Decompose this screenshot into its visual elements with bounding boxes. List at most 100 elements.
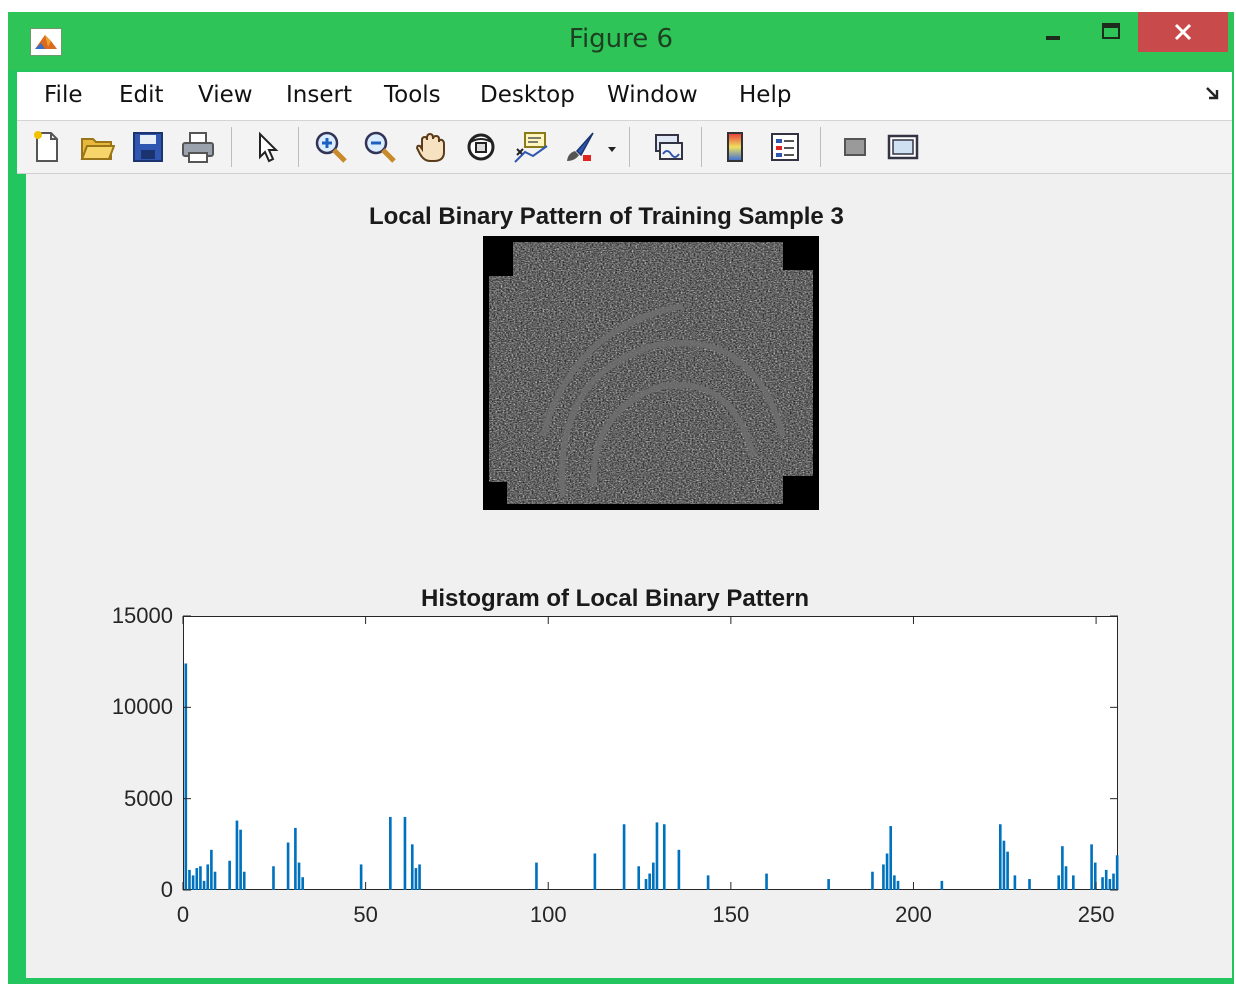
histogram-bar [706, 875, 710, 890]
pan-hand-icon[interactable] [413, 129, 449, 165]
histogram-bar [765, 873, 768, 890]
histogram-bar [184, 663, 188, 890]
histogram-bar [637, 866, 641, 890]
histogram-bar [1115, 855, 1119, 890]
zoom-in-icon[interactable] [313, 129, 349, 165]
histogram-bar [1108, 879, 1112, 890]
show-plot-tools-icon[interactable] [885, 129, 921, 165]
histogram-bar [359, 864, 363, 890]
toolbar-separator [298, 127, 299, 167]
histogram-bar [301, 877, 305, 890]
toolbar-separator [820, 127, 821, 167]
histogram-bar [677, 849, 681, 890]
histogram-title: Histogram of Local Binary Pattern [421, 585, 810, 612]
histogram-bar [885, 853, 889, 890]
menu-tools[interactable]: Tools [384, 82, 441, 108]
menu-window[interactable]: Window [607, 82, 698, 108]
histogram-bar [662, 824, 666, 890]
y-tick-label: 5000 [124, 785, 173, 811]
histogram-bar [239, 829, 242, 890]
histogram-bar [1006, 851, 1009, 890]
histogram-bar [896, 880, 900, 890]
image-title: Local Binary Pattern of Training Sample … [369, 203, 844, 230]
maximize-button[interactable] [1082, 12, 1140, 52]
x-tick-label: 250 [1077, 902, 1115, 927]
menu-edit[interactable]: Edit [119, 82, 164, 108]
menu-desktop[interactable]: Desktop [480, 82, 575, 108]
histogram-bar [202, 880, 206, 890]
histogram-bar [389, 816, 392, 890]
y-tick-label: 15000 [111, 603, 173, 628]
histogram-bar [195, 868, 199, 890]
zoom-out-icon[interactable] [362, 129, 398, 165]
menu-file[interactable]: File [44, 82, 83, 108]
histogram-bar [893, 875, 896, 890]
insert-colorbar-icon[interactable] [717, 129, 753, 165]
histogram-bar [648, 873, 651, 890]
x-tick-label: 150 [712, 902, 750, 927]
x-tick-label: 200 [895, 902, 932, 927]
y-tick-label: 0 [160, 877, 173, 902]
close-button[interactable] [1138, 12, 1228, 52]
toolbar-separator [701, 127, 702, 167]
histogram-bar [882, 864, 885, 890]
brush-dropdown-icon[interactable] [605, 129, 619, 165]
lbp-image [483, 236, 819, 510]
toolbar-separator [231, 127, 232, 167]
histogram-bar [191, 875, 195, 890]
link-plot-icon[interactable] [651, 129, 687, 165]
histogram-bar [242, 871, 246, 890]
histogram-bar [622, 824, 626, 890]
hide-plot-tools-icon[interactable] [837, 129, 873, 165]
x-tick-label: 0 [176, 902, 190, 927]
figure-toolbar [17, 121, 1232, 174]
edit-plot-arrow-icon[interactable] [249, 129, 285, 165]
new-figure-icon[interactable] [29, 129, 65, 165]
histogram-bar [1090, 844, 1093, 890]
histogram-bar [1013, 875, 1017, 890]
histogram-bar [940, 880, 944, 890]
brush-icon[interactable] [563, 129, 599, 165]
histogram-bar [414, 868, 418, 890]
menu-help[interactable]: Help [739, 82, 791, 108]
histogram-bar [228, 860, 231, 890]
rotate-3d-icon[interactable] [463, 129, 499, 165]
histogram-bar [1057, 875, 1061, 890]
histogram-bar [1112, 873, 1115, 890]
minimize-button[interactable] [1024, 12, 1082, 52]
histogram-bar [213, 871, 217, 890]
histogram-bar [206, 864, 210, 890]
dock-arrow-icon[interactable] [1203, 84, 1223, 109]
menu-view[interactable]: View [198, 82, 253, 108]
title-bar[interactable]: Figure 6 [8, 12, 1234, 70]
histogram-bar [210, 849, 213, 890]
histogram-bar [403, 816, 407, 890]
histogram-bar [871, 871, 874, 890]
histogram-bar [1064, 866, 1068, 890]
histogram-bar [644, 879, 648, 890]
y-tick-label: 10000 [111, 694, 173, 720]
data-cursor-icon[interactable] [513, 129, 549, 165]
print-icon[interactable] [180, 129, 216, 165]
toolbar-separator [629, 127, 630, 167]
histogram-bar [199, 866, 202, 890]
histogram-bar [1072, 875, 1075, 890]
histogram-bar [827, 879, 830, 890]
histogram-bar [297, 862, 301, 890]
histogram-axes [182, 615, 1119, 891]
histogram-bar [286, 842, 290, 890]
histogram-bar [655, 822, 659, 890]
histogram-bar [1028, 879, 1031, 890]
histogram-bar [593, 853, 597, 890]
histogram-bar [1101, 877, 1104, 890]
histogram-bar [889, 826, 893, 890]
histogram-bar [188, 869, 191, 890]
histogram-bar [1104, 869, 1108, 890]
insert-legend-icon[interactable] [767, 129, 803, 165]
histogram-bar [1002, 840, 1006, 890]
menu-bar: File Edit View Insert Tools Desktop Wind… [17, 72, 1232, 121]
histogram-bar [535, 862, 538, 890]
save-icon[interactable] [130, 129, 166, 165]
open-file-icon[interactable] [79, 129, 116, 165]
menu-insert[interactable]: Insert [286, 82, 352, 108]
